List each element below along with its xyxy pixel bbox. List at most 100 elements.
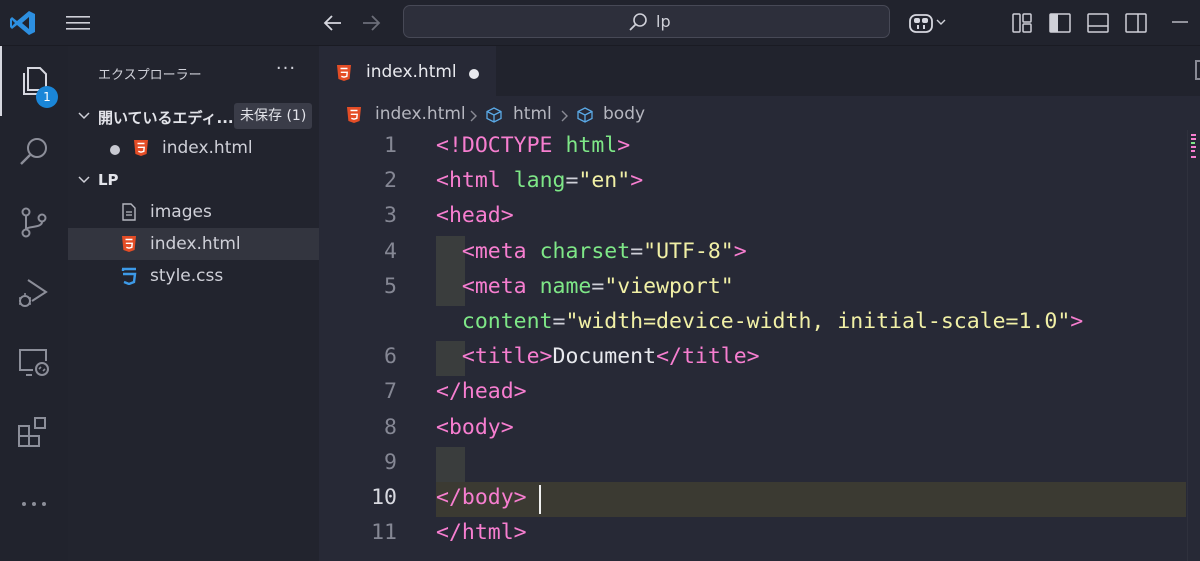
activity-source-control[interactable] xyxy=(0,188,68,258)
chevron-right-icon xyxy=(561,110,568,122)
open-editors-label: 開いているエディ... xyxy=(98,109,234,127)
activity-remote-explorer[interactable] xyxy=(0,328,68,398)
code-line[interactable]: 6 <title>Document</title> xyxy=(319,341,1200,377)
file-name: style.css xyxy=(150,266,224,286)
remote-explorer-icon xyxy=(19,349,49,376)
code-token: name xyxy=(539,273,592,299)
css3-icon xyxy=(121,267,137,285)
code-line[interactable]: 1 <!DOCTYPE html> xyxy=(319,130,1200,165)
code-token: > xyxy=(1070,309,1084,334)
tab-bar: index.html xyxy=(319,46,1200,96)
unsaved-badge: 未保存 (1) xyxy=(234,103,313,129)
file-item-images[interactable]: images xyxy=(68,196,319,228)
code-token: <!DOCTYPE xyxy=(436,133,553,158)
code-line[interactable]: content="width=device-width, initial-sca… xyxy=(319,306,1200,341)
line-number: 10 xyxy=(371,485,397,510)
code-line[interactable]: 10 </body> xyxy=(319,482,1200,517)
code-text: <meta charset="UTF-8"> xyxy=(436,239,747,264)
hamburger-menu-icon[interactable] xyxy=(64,12,92,34)
code-text: </head> xyxy=(436,379,527,404)
chevron-down-icon xyxy=(78,176,90,184)
unsaved-dot-icon[interactable] xyxy=(469,69,479,79)
code-token: "en" xyxy=(578,168,631,194)
toggle-primary-sidebar-icon[interactable] xyxy=(1048,11,1072,35)
code-token: "UTF-8" xyxy=(643,238,734,264)
tab-index-html[interactable]: index.html xyxy=(319,46,496,96)
activity-extensions[interactable] xyxy=(0,398,68,468)
element-cube-icon xyxy=(486,107,502,123)
breadcrumb-item-html[interactable]: html xyxy=(513,104,552,124)
activity-search[interactable] xyxy=(0,118,68,188)
code-editor[interactable]: 1 <!DOCTYPE html> 2 <html lang="en"> 3 <head>… xyxy=(319,130,1200,561)
file-item-style-css[interactable]: style.css xyxy=(68,260,319,292)
code-line[interactable]: 11 </html> xyxy=(319,517,1200,552)
code-token: > xyxy=(617,133,631,158)
title-bar: lp xyxy=(0,0,1200,46)
folder-label: LP xyxy=(98,171,119,189)
code-line[interactable]: 8 <body> xyxy=(319,412,1200,447)
code-token: = xyxy=(552,309,566,334)
code-token: </title> xyxy=(656,344,760,370)
extensions-icon xyxy=(18,417,46,447)
line-number: 3 xyxy=(384,203,397,229)
file-item-index-html[interactable]: index.html xyxy=(68,228,319,260)
arrow-left-icon[interactable] xyxy=(320,10,346,36)
code-text: content="width=device-width, initial-sca… xyxy=(436,309,1083,334)
text-cursor xyxy=(539,485,541,514)
line-number: 1 xyxy=(384,133,397,158)
customize-layout-icon[interactable] xyxy=(1010,11,1034,35)
code-token: = xyxy=(591,273,605,299)
more-icon xyxy=(22,502,46,506)
tab-label: index.html xyxy=(366,62,457,82)
code-line[interactable]: 2 <html lang="en"> xyxy=(319,165,1200,200)
search-icon xyxy=(629,13,647,31)
toggle-panel-icon[interactable] xyxy=(1086,11,1110,35)
open-editors-section[interactable]: 開いているエディ... 未保存 (1) xyxy=(68,100,319,132)
open-editor-item[interactable]: index.html xyxy=(68,132,319,164)
code-line[interactable]: 3 <head> xyxy=(319,200,1200,235)
sidebar-more-button[interactable]: ··· xyxy=(273,58,299,79)
copilot-icon[interactable] xyxy=(906,9,954,37)
code-line[interactable]: 7 </head> xyxy=(319,376,1200,411)
chevron-down-icon xyxy=(936,19,946,25)
code-token: <meta xyxy=(461,273,527,299)
activity-bar: 1 xyxy=(0,46,68,561)
folder-section-lp[interactable]: LP xyxy=(68,164,319,196)
code-text: <!DOCTYPE html> xyxy=(436,133,630,158)
activity-more[interactable] xyxy=(0,470,68,540)
code-token: <title> xyxy=(461,344,553,370)
unsaved-dot-icon[interactable] xyxy=(110,145,120,155)
scrollbar-track[interactable] xyxy=(1187,130,1188,561)
code-token: html xyxy=(565,133,618,158)
minimize-icon[interactable] xyxy=(1168,10,1192,34)
activity-explorer[interactable]: 1 xyxy=(0,46,68,116)
breadcrumb-item-file[interactable]: index.html xyxy=(375,104,466,124)
current-line-highlight xyxy=(436,482,1186,517)
file-name: images xyxy=(150,202,212,222)
code-text: <meta name="viewport" xyxy=(436,274,734,299)
line-number: 7 xyxy=(384,379,397,405)
split-editor-icon[interactable] xyxy=(1195,60,1200,80)
source-control-icon xyxy=(21,207,47,238)
code-line[interactable]: 5 <meta name="viewport" xyxy=(319,270,1200,306)
code-token: > xyxy=(733,238,747,264)
minimap-overview[interactable] xyxy=(1191,134,1197,160)
open-editor-file-name: index.html xyxy=(162,138,253,158)
activity-run-debug[interactable] xyxy=(0,258,68,328)
code-line[interactable]: 9 xyxy=(319,446,1200,482)
toggle-secondary-sidebar-icon[interactable] xyxy=(1124,11,1148,35)
chevron-right-icon xyxy=(470,110,477,122)
command-center-search[interactable]: lp xyxy=(403,5,890,38)
code-line[interactable]: 4 <meta charset="UTF-8"> xyxy=(319,235,1200,271)
breadcrumb-item-body[interactable]: body xyxy=(603,104,645,124)
arrow-right-icon[interactable] xyxy=(358,10,384,36)
indent-guide xyxy=(436,446,465,482)
file-name: index.html xyxy=(150,234,241,254)
sidebar-title: エクスプローラー xyxy=(98,68,202,83)
